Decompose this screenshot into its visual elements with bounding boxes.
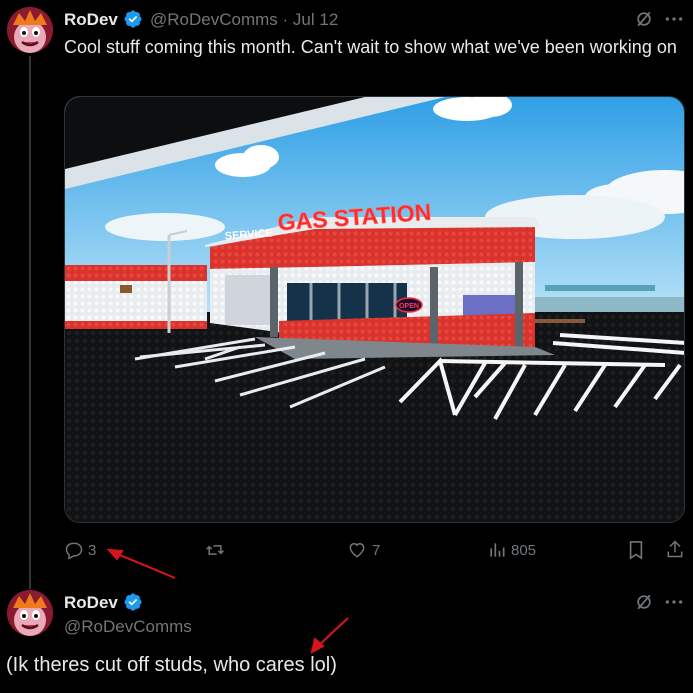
timeline: RoDev @RoDevComms · Jul 12 Cool stuff co… [0, 0, 693, 693]
tweet-text: Cool stuff coming this month. Can't wait… [64, 37, 677, 57]
reply-text: (Ik theres cut off studs, who cares lol) [6, 654, 337, 676]
like-icon [349, 543, 365, 558]
separator: · [282, 10, 289, 29]
author-name[interactable]: RoDev [64, 10, 118, 30]
bookmark-icon[interactable] [627, 540, 645, 560]
avatar[interactable] [7, 7, 53, 53]
views-icon [490, 543, 505, 557]
reply-avatar[interactable] [7, 590, 53, 636]
reply-author-handle[interactable]: @RoDevComms [64, 617, 192, 637]
views-button[interactable]: 805 [487, 540, 536, 560]
repost-button[interactable] [204, 540, 230, 560]
reply-author-name[interactable]: RoDev [64, 593, 118, 613]
timestamp[interactable]: Jul 12 [293, 10, 338, 29]
tweet-media[interactable]: OPEN GAS STATION SERVICE [64, 96, 685, 523]
grok-icon[interactable] [634, 592, 654, 612]
annotation-arrow [114, 552, 176, 579]
like-button[interactable]: 7 [346, 540, 380, 560]
annotation-arrowhead [310, 637, 325, 654]
media-image: OPEN GAS STATION SERVICE [65, 97, 684, 522]
annotation-arrow [316, 617, 349, 648]
author-handle[interactable]: @RoDevComms [150, 10, 278, 29]
views-count: 805 [511, 541, 537, 559]
thread-connector [29, 56, 31, 589]
repost-icon [206, 545, 224, 555]
reply-count: 3 [88, 541, 97, 559]
reply-icon [65, 542, 83, 560]
avatar-image [7, 7, 53, 53]
grok-icon[interactable] [634, 9, 654, 29]
reply-button[interactable]: 3 [64, 540, 96, 560]
like-count: 7 [372, 541, 381, 559]
verified-badge-icon [124, 10, 142, 28]
more-icon[interactable] [664, 594, 684, 610]
verified-badge-icon [124, 593, 142, 611]
more-icon[interactable] [664, 11, 684, 27]
author-handle-line[interactable]: @RoDevComms · Jul 12 [150, 10, 338, 30]
avatar-image [7, 590, 53, 636]
share-icon[interactable] [665, 539, 685, 559]
annotation-arrowhead [106, 548, 124, 561]
open-sign: OPEN [399, 303, 419, 310]
